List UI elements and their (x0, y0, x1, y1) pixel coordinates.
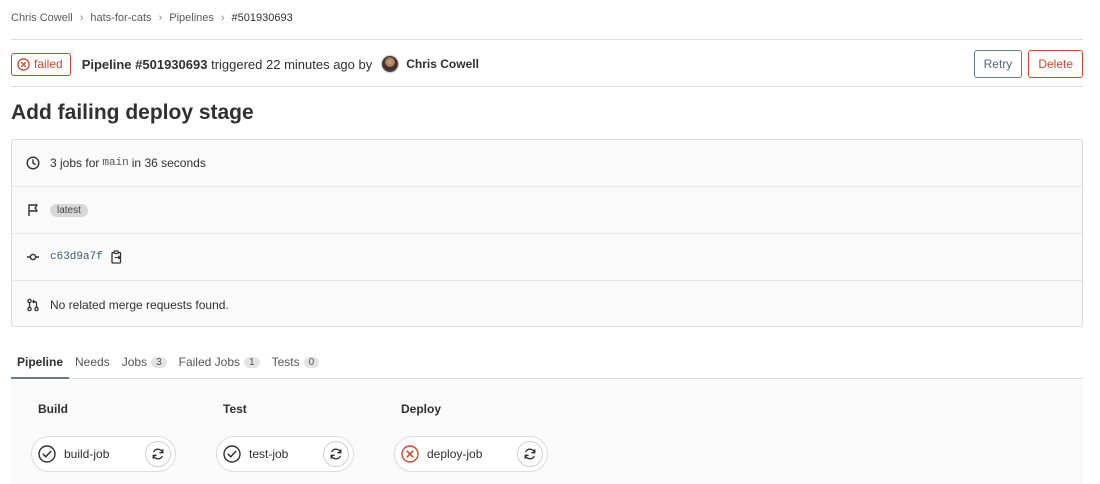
info-row-commit: c63d9a7f (12, 234, 1082, 281)
tab-tests[interactable]: Tests 0 (266, 346, 326, 378)
pipeline-graph: Build build-job Test test-job Deploy dep… (11, 380, 1083, 484)
info-row-jobs: 3 jobs for main in 36 seconds (12, 140, 1082, 187)
breadcrumb-item-pipelines[interactable]: Pipelines (169, 12, 214, 24)
clock-icon (25, 155, 41, 171)
commit-icon (25, 249, 41, 265)
job-name: build-job (64, 447, 110, 461)
breadcrumb-item-current: #501930693 (231, 12, 293, 24)
jobs-count-text: 3 jobs for (50, 156, 100, 170)
breadcrumb-item-user[interactable]: Chris Cowell (11, 12, 73, 24)
merge-request-icon (25, 297, 41, 313)
stage-title: Build (38, 402, 68, 416)
triggered-text: triggered 22 minutes ago by (211, 56, 373, 72)
header-actions: Retry Delete (973, 50, 1083, 78)
latest-badge: latest (50, 203, 88, 217)
tab-jobs[interactable]: Jobs 3 (116, 346, 173, 378)
clipboard-icon[interactable] (111, 250, 123, 264)
pipeline-title: Pipeline #501930693 triggered 22 minutes… (82, 57, 373, 72)
tab-pipeline[interactable]: Pipeline (11, 346, 70, 379)
delete-button[interactable]: Delete (1028, 50, 1083, 78)
job-build[interactable]: build-job (31, 436, 176, 472)
merge-requests-text: No related merge requests found. (50, 297, 229, 312)
tab-failed-jobs[interactable]: Failed Jobs 1 (173, 346, 266, 378)
tab-label: Needs (75, 355, 110, 369)
author-name[interactable]: Chris Cowell (406, 57, 479, 71)
job-name: test-job (249, 447, 289, 461)
breadcrumb-item-project[interactable]: hats-for-cats (90, 12, 151, 24)
divider (11, 86, 1083, 87)
tab-label: Failed Jobs (178, 355, 240, 369)
duration-text: in 36 seconds (131, 156, 206, 170)
pipeline-tabs: Pipeline Needs Jobs 3 Failed Jobs 1 Test… (11, 346, 1083, 379)
status-badge-label: failed (34, 57, 63, 71)
branch-name[interactable]: main (102, 157, 128, 169)
pipeline-info-box: 3 jobs for main in 36 seconds latest c63… (11, 139, 1083, 327)
tab-label: Tests (271, 355, 300, 369)
job-name: deploy-job (427, 447, 483, 461)
job-test[interactable]: test-job (216, 436, 354, 472)
check-circle-icon (223, 445, 241, 463)
job-deploy[interactable]: deploy-job (394, 436, 548, 472)
retry-button[interactable]: Retry (973, 50, 1023, 78)
check-circle-icon (38, 445, 56, 463)
info-row-merge-requests: No related merge requests found. (12, 281, 1082, 328)
avatar[interactable] (381, 55, 400, 73)
retry-icon[interactable] (517, 441, 543, 467)
breadcrumb: Chris Cowell › hats-for-cats › Pipelines… (11, 12, 293, 24)
status-badge[interactable]: failed (11, 52, 71, 76)
stage-title: Deploy (401, 402, 442, 416)
retry-icon[interactable] (323, 441, 349, 467)
chevron-right-icon: › (158, 12, 163, 24)
retry-icon[interactable] (145, 441, 171, 467)
page-title: Add failing deploy stage (11, 101, 254, 124)
tab-needs[interactable]: Needs (69, 346, 116, 378)
tab-count-badge: 0 (303, 356, 320, 368)
pipeline-id: Pipeline #501930693 (81, 56, 208, 72)
commit-sha-link[interactable]: c63d9a7f (50, 251, 103, 263)
flag-icon (25, 202, 41, 218)
pipeline-header: failed Pipeline #501930693 triggered 22 … (11, 50, 1083, 78)
chevron-right-icon: › (220, 12, 225, 24)
divider (11, 39, 1083, 40)
tab-label: Pipeline (17, 354, 64, 369)
stage-title: Test (223, 402, 247, 416)
tab-count-badge: 1 (244, 356, 260, 368)
chevron-right-icon: › (79, 12, 84, 24)
x-circle-icon (401, 445, 419, 463)
tab-count-badge: 3 (151, 356, 167, 368)
x-circle-icon (17, 57, 30, 71)
info-row-tags: latest (12, 187, 1082, 234)
tab-label: Jobs (121, 355, 148, 369)
